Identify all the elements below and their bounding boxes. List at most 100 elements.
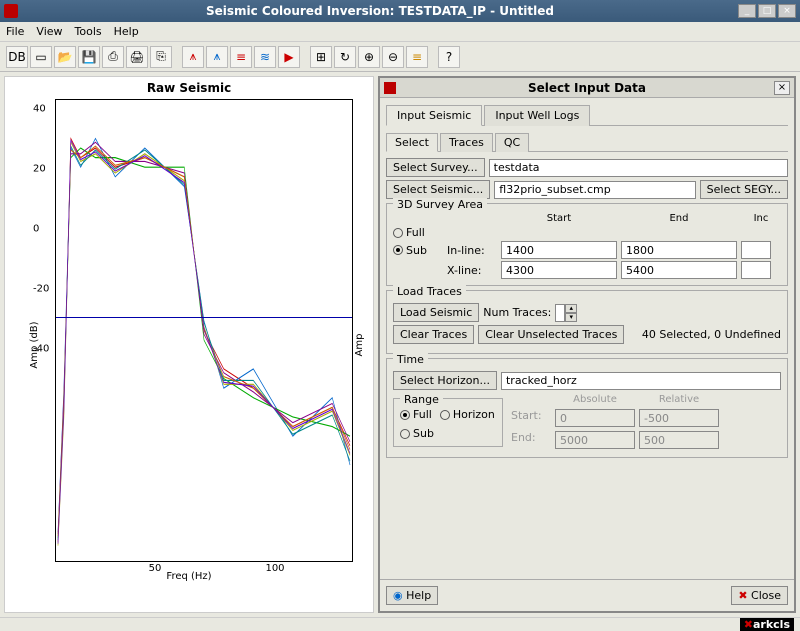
inline-end-input[interactable] (621, 241, 737, 259)
time-fieldset: Time Select Horizon... Range Full Hori (386, 358, 788, 458)
select-segy-button[interactable]: Select SEGY... (700, 180, 788, 199)
radio-sub[interactable]: Sub (393, 244, 443, 257)
dialog-title: Select Input Data (400, 81, 774, 95)
chart-pane: Raw Seismic Amp (dB) Amp 40 20 0 -20 (4, 76, 374, 613)
spin-up-icon[interactable]: ▴ (565, 304, 577, 313)
clear-unselected-button[interactable]: Clear Unselected Traces (478, 325, 624, 344)
db-icon[interactable]: DB (6, 46, 28, 68)
start-abs-input (555, 409, 635, 427)
radio-range-horizon[interactable]: Horizon (440, 408, 495, 421)
clear-traces-button[interactable]: Clear Traces (393, 325, 474, 344)
tab-input-well-logs[interactable]: Input Well Logs (484, 105, 590, 126)
menu-view[interactable]: View (36, 25, 62, 38)
xtick: 100 (265, 563, 284, 574)
spin-down-icon[interactable]: ▾ (565, 313, 577, 322)
xline-end-input[interactable] (621, 261, 737, 279)
survey-input[interactable] (489, 159, 788, 177)
main-tabs: Input Seismic Input Well Logs (386, 104, 788, 126)
chart1-icon[interactable]: ⩚ (182, 46, 204, 68)
menubar: File View Tools Help (0, 22, 800, 42)
menu-help[interactable]: Help (114, 25, 139, 38)
maximize-button[interactable]: □ (758, 4, 776, 18)
absolute-header: Absolute (555, 394, 635, 405)
radio-full[interactable]: Full (393, 226, 443, 239)
minimize-button[interactable]: _ (738, 4, 756, 18)
spectrum-plot (56, 100, 352, 561)
end-label: End: (511, 431, 551, 449)
chart-body[interactable] (55, 99, 353, 562)
end-abs-input (555, 431, 635, 449)
chart3-icon[interactable]: ≋ (254, 46, 276, 68)
radio-range-sub[interactable]: Sub (400, 427, 496, 440)
relative-header: Relative (639, 394, 719, 405)
play-icon[interactable]: ▶ (278, 46, 300, 68)
refresh-icon[interactable]: ↻ (334, 46, 356, 68)
inline-start-input[interactable] (501, 241, 617, 259)
num-traces-spinner[interactable]: ▴▾ (555, 304, 597, 322)
tab-input-seismic[interactable]: Input Seismic (386, 105, 482, 126)
chart-ylabel-right: Amp (354, 333, 365, 356)
range-legend: Range (400, 393, 443, 406)
app-icon (4, 4, 18, 18)
menu-tools[interactable]: Tools (75, 25, 102, 38)
seismic-input[interactable] (494, 181, 695, 199)
load-traces-legend: Load Traces (393, 285, 466, 298)
select-survey-button[interactable]: Select Survey... (386, 158, 485, 177)
save-icon[interactable]: 💾 (78, 46, 100, 68)
end-rel-input (639, 431, 719, 449)
new-icon[interactable]: ▭ (30, 46, 52, 68)
xtick: 50 (149, 563, 162, 574)
ytick: 40 (33, 104, 46, 115)
list-icon[interactable]: ≡ (230, 46, 252, 68)
ytick: -20 (33, 284, 49, 295)
dialog-close-icon[interactable]: × (774, 81, 790, 95)
inline-inc-input[interactable] (741, 241, 771, 259)
traces-status: 40 Selected, 0 Undefined (642, 328, 781, 341)
survey-area-legend: 3D Survey Area (393, 198, 487, 211)
close-button[interactable]: ✖ Close (731, 586, 788, 605)
dialog-titlebar: Select Input Data × (380, 78, 794, 98)
start-header: Start (501, 213, 617, 224)
saveas-icon[interactable]: ⎙ (102, 46, 124, 68)
open-icon[interactable]: 📂 (54, 46, 76, 68)
help-icon[interactable]: ? (438, 46, 460, 68)
end-header: End (621, 213, 737, 224)
help-button[interactable]: ◉ Help (386, 586, 438, 605)
radio-range-full[interactable]: Full (400, 408, 432, 421)
menu-file[interactable]: File (6, 25, 24, 38)
xline-inc-input[interactable] (741, 261, 771, 279)
chart-zeroline (56, 317, 352, 318)
statusbar: ✖arkcls (0, 617, 800, 631)
num-traces-input[interactable] (555, 304, 565, 322)
subtab-qc[interactable]: QC (495, 133, 529, 152)
window-title: Seismic Coloured Inversion: TESTDATA_IP … (24, 4, 736, 18)
layers-icon[interactable]: ≡ (406, 46, 428, 68)
ytick: -40 (33, 344, 49, 355)
ytick: 0 (33, 224, 39, 235)
ytick: 20 (33, 164, 46, 175)
xline-start-input[interactable] (501, 261, 617, 279)
copy-icon[interactable]: ⎘ (150, 46, 172, 68)
chart-title: Raw Seismic (5, 77, 373, 95)
subtab-select[interactable]: Select (386, 133, 438, 152)
chart2-icon[interactable]: ⩚ (206, 46, 228, 68)
close-window-button[interactable]: × (778, 4, 796, 18)
dialog-icon (384, 82, 396, 94)
range-fieldset: Range Full Horizon Sub (393, 398, 503, 447)
load-traces-fieldset: Load Traces Load Seismic Num Traces: ▴▾ … (386, 290, 788, 354)
zoomout-icon[interactable]: ⊖ (382, 46, 404, 68)
grid-icon[interactable]: ⊞ (310, 46, 332, 68)
zoomin-icon[interactable]: ⊕ (358, 46, 380, 68)
survey-area-fieldset: 3D Survey Area Start End Inc Full Sub (386, 203, 788, 286)
load-seismic-button[interactable]: Load Seismic (393, 303, 479, 322)
select-horizon-button[interactable]: Select Horizon... (393, 371, 497, 390)
subtab-traces[interactable]: Traces (440, 133, 493, 152)
inline-label: In-line: (447, 244, 497, 257)
horizon-input[interactable] (501, 372, 781, 390)
time-legend: Time (393, 353, 428, 366)
select-seismic-button[interactable]: Select Seismic... (386, 180, 490, 199)
start-label: Start: (511, 409, 551, 427)
window-titlebar: Seismic Coloured Inversion: TESTDATA_IP … (0, 0, 800, 22)
xline-label: X-line: (447, 264, 497, 277)
print-icon[interactable]: 🖨 (126, 46, 148, 68)
